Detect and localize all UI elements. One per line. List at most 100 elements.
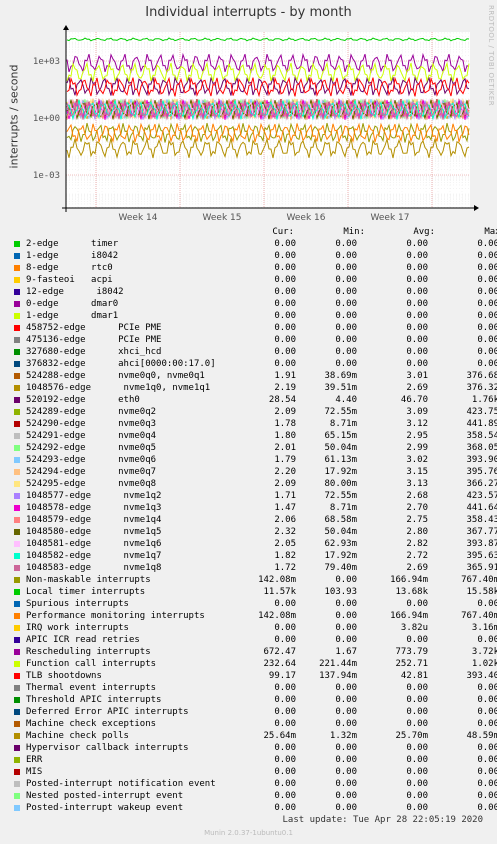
legend-max: 767.40m xyxy=(461,611,497,621)
legend-min: 0.00 xyxy=(335,779,357,789)
legend-avg: 2.68 xyxy=(406,491,428,501)
legend-name: 520192-edge eth0 xyxy=(26,395,140,405)
legend-name: 2-edge timer xyxy=(26,239,119,249)
legend-min: 137.94m xyxy=(319,671,357,681)
legend-name: Rescheduling interrupts xyxy=(26,647,151,657)
legend-name: 458752-edge PCIe PME xyxy=(26,323,162,333)
legend-avg: 0.00 xyxy=(406,287,428,297)
legend-max: 0.00 xyxy=(477,635,497,645)
legend-max: 0.00 xyxy=(477,743,497,753)
legend-avg: 773.79 xyxy=(395,647,428,657)
legend-name: Non-maskable interrupts xyxy=(26,575,151,585)
legend-swatch xyxy=(14,325,20,331)
legend-min: 103.93 xyxy=(324,587,357,597)
legend-name: Nested posted-interrupt event xyxy=(26,791,184,801)
legend-min: 72.55m xyxy=(324,491,357,501)
legend-min: 0.00 xyxy=(335,287,357,297)
legend-name: 524291-edge nvme0q4 xyxy=(26,431,157,441)
legend-min: 4.40 xyxy=(335,395,357,405)
legend-swatch xyxy=(14,673,20,679)
legend-max: 3.72k xyxy=(471,647,497,657)
legend-row: Posted-interrupt wakeup event 0.00 0.00 0.0… xyxy=(0,803,497,815)
legend-cur: 0.00 xyxy=(274,599,296,609)
legend-avg: 0.00 xyxy=(406,779,428,789)
legend-min: 1.67 xyxy=(335,647,357,657)
legend-avg: 3.02 xyxy=(406,455,428,465)
legend-swatch xyxy=(14,613,20,619)
legend-row: 1048577-edge nvme1q2 1.71 72.55m 2.68 423.57 xyxy=(0,491,497,503)
legend-swatch xyxy=(14,577,20,583)
legend-min: 65.15m xyxy=(324,431,357,441)
legend-max: 767.40m xyxy=(461,575,497,585)
legend-name: 12-edge i8042 xyxy=(26,287,124,297)
legend-cur: 2.09 xyxy=(274,407,296,417)
legend-avg: 0.00 xyxy=(406,683,428,693)
legend-name: TLB shootdowns xyxy=(26,671,102,681)
legend-min: 0.00 xyxy=(335,275,357,285)
y-tick-label: 1e+00 xyxy=(33,114,60,124)
legend-name: Performance monitoring interrupts xyxy=(26,611,205,621)
legend-avg: 2.95 xyxy=(406,431,428,441)
legend-min: 17.92m xyxy=(324,551,357,561)
legend-name: Posted-interrupt notification event xyxy=(26,779,216,789)
x-tick-label: Week 14 xyxy=(119,213,158,223)
legend-swatch xyxy=(14,625,20,631)
legend-cur: 0.00 xyxy=(274,359,296,369)
legend-swatch xyxy=(14,277,20,283)
legend-cur: 0.00 xyxy=(274,743,296,753)
legend-avg: 0.00 xyxy=(406,347,428,357)
legend-swatch xyxy=(14,805,20,811)
legend-name: APIC ICR read retries xyxy=(26,635,140,645)
legend-avg: 0.00 xyxy=(406,251,428,261)
legend-max: 0.00 xyxy=(477,275,497,285)
legend-cur: 0.00 xyxy=(274,755,296,765)
legend-avg: 25.70m xyxy=(395,731,428,741)
legend-avg: 0.00 xyxy=(406,323,428,333)
legend-cur: 1.47 xyxy=(274,503,296,513)
legend-swatch xyxy=(14,637,20,643)
legend-row: 524290-edge nvme0q3 1.78 8.71m 3.12 441.89 xyxy=(0,419,497,431)
legend-row: MIS 0.00 0.00 0.00 0.00 xyxy=(0,767,497,779)
legend-name: 8-edge rtc0 xyxy=(26,263,113,273)
legend-avg: 0.00 xyxy=(406,299,428,309)
legend-row: 1048582-edge nvme1q7 1.82 17.92m 2.72 395.63 xyxy=(0,551,497,563)
legend-min: 0.00 xyxy=(335,239,357,249)
legend-max: 0.00 xyxy=(477,695,497,705)
last-update: Last update: Tue Apr 28 22:05:19 2020 xyxy=(282,815,483,825)
legend-avg: 252.71 xyxy=(395,659,428,669)
legend-max: 3.16m xyxy=(471,623,497,633)
legend-row: 0-edge dmar0 0.00 0.00 0.00 0.00 xyxy=(0,299,497,311)
legend-cur: 2.06 xyxy=(274,515,296,525)
legend-row: 524288-edge nvme0q0, nvme0q1 1.91 38.69m 3.… xyxy=(0,371,497,383)
legend-name: Hypervisor callback interrupts xyxy=(26,743,189,753)
legend-min: 38.69m xyxy=(324,371,357,381)
legend-name: 524292-edge nvme0q5 xyxy=(26,443,157,453)
legend-cur: 1.71 xyxy=(274,491,296,501)
legend-row: 1-edge i8042 0.00 0.00 0.00 0.00 xyxy=(0,251,497,263)
legend-max: 393.87 xyxy=(466,539,497,549)
legend-swatch xyxy=(14,469,20,475)
legend-name: 524293-edge nvme0q6 xyxy=(26,455,157,465)
legend-avg: 2.75 xyxy=(406,515,428,525)
legend-row: Posted-interrupt notification event 0.00 0… xyxy=(0,779,497,791)
legend-min: 39.51m xyxy=(324,383,357,393)
legend-row: Function call interrupts 232.64 221.44m 252… xyxy=(0,659,497,671)
legend-avg: 0.00 xyxy=(406,311,428,321)
legend-row: Threshold APIC interrupts 0.00 0.00 0.00 0.0… xyxy=(0,695,497,707)
legend-name: 376832-edge ahci[0000:00:17.0] xyxy=(26,359,216,369)
legend-cur: 2.19 xyxy=(274,383,296,393)
legend-cur: 0.00 xyxy=(274,263,296,273)
legend-min: 0.00 xyxy=(335,575,357,585)
legend-cur: 0.00 xyxy=(274,275,296,285)
legend-max: 366.27 xyxy=(466,479,497,489)
legend-max: 0.00 xyxy=(477,755,497,765)
legend-avg: 13.68k xyxy=(395,587,428,597)
legend-min: 50.04m xyxy=(324,443,357,453)
legend-max: 365.91 xyxy=(466,563,497,573)
legend-min: 0.00 xyxy=(335,623,357,633)
legend-name: 9-fasteoi acpi xyxy=(26,275,113,285)
legend-min: 62.93m xyxy=(324,539,357,549)
legend-avg: 2.69 xyxy=(406,563,428,573)
legend-max: 0.00 xyxy=(477,803,497,813)
legend-max: 0.00 xyxy=(477,791,497,801)
